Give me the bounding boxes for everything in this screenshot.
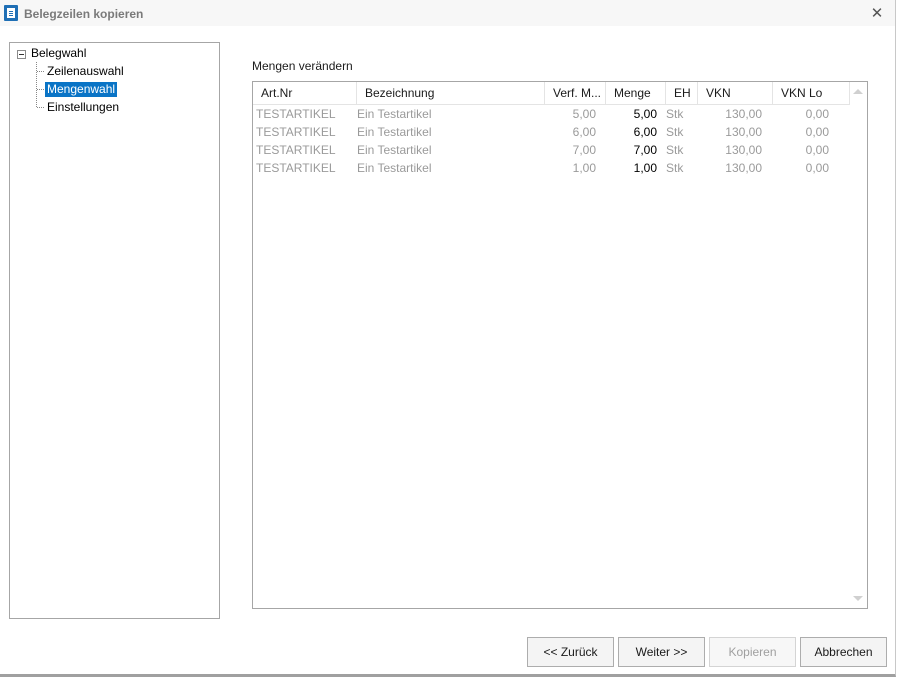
- collapse-icon[interactable]: [17, 50, 26, 59]
- cell-bezeichnung: Ein Testartikel: [357, 143, 432, 157]
- cell-vkn: 130,00: [725, 125, 762, 139]
- column-header-artnr[interactable]: Art.Nr: [253, 82, 357, 104]
- section-title: Mengen verändern: [252, 59, 353, 73]
- copy-button[interactable]: Kopieren: [709, 637, 796, 667]
- wizard-tree: Belegwahl Zeilenauswahl Mengenwahl Einst…: [9, 42, 220, 619]
- cell-verf-menge: 5,00: [572, 107, 596, 121]
- cell-artnr: TESTARTIKEL: [256, 125, 336, 139]
- back-button[interactable]: << Zurück: [527, 637, 614, 667]
- cell-artnr: TESTARTIKEL: [256, 107, 336, 121]
- tree-item-einstellungen[interactable]: Einstellungen: [45, 100, 121, 115]
- tree-connector: [36, 62, 37, 107]
- window-title: Belegzeilen kopieren: [24, 7, 144, 21]
- column-header-verf-menge[interactable]: Verf. M...: [545, 82, 606, 104]
- table-row[interactable]: TESTARTIKEL Ein Testartikel 6,00 6,00 St…: [253, 123, 850, 141]
- column-header-menge[interactable]: Menge: [606, 82, 666, 104]
- cell-bezeichnung: Ein Testartikel: [357, 125, 432, 139]
- cell-eh: Stk: [666, 161, 684, 175]
- table-row[interactable]: TESTARTIKEL Ein Testartikel 7,00 7,00 St…: [253, 141, 850, 159]
- cell-vkn-lo: 0,00: [805, 143, 829, 157]
- column-header-vkn-lo[interactable]: VKN Lo: [773, 82, 850, 104]
- cell-menge[interactable]: 1,00: [606, 159, 657, 177]
- tree-connector: [37, 71, 44, 72]
- tree-item-mengenwahl[interactable]: Mengenwahl: [45, 82, 118, 97]
- cell-vkn-lo: 0,00: [805, 125, 829, 139]
- column-header-vkn[interactable]: VKN: [698, 82, 773, 104]
- cell-verf-menge: 6,00: [572, 125, 596, 139]
- cell-verf-menge: 7,00: [572, 143, 596, 157]
- cell-eh: Stk: [666, 125, 684, 139]
- cell-artnr: TESTARTIKEL: [256, 161, 336, 175]
- next-button[interactable]: Weiter >>: [618, 637, 705, 667]
- close-button[interactable]: ✕: [859, 0, 895, 26]
- scroll-up-icon[interactable]: [853, 89, 863, 94]
- grid-header: Art.Nr Bezeichnung Verf. M... Menge EH V…: [253, 82, 850, 105]
- quantity-grid[interactable]: Art.Nr Bezeichnung Verf. M... Menge EH V…: [252, 81, 868, 609]
- cell-eh: Stk: [666, 143, 684, 157]
- column-header-bezeichnung[interactable]: Bezeichnung: [357, 82, 545, 104]
- tree-item-zeilenauswahl[interactable]: Zeilenauswahl: [45, 64, 126, 79]
- cell-eh: Stk: [666, 107, 684, 121]
- cell-menge[interactable]: 5,00: [606, 105, 657, 123]
- cell-menge[interactable]: 6,00: [606, 123, 657, 141]
- cell-verf-menge: 1,00: [572, 161, 596, 175]
- scroll-down-icon[interactable]: [853, 596, 863, 601]
- tree-connector: [37, 107, 44, 108]
- dialog-window: Belegzeilen kopieren ✕ Belegwahl Zeilena…: [0, 0, 896, 677]
- cell-vkn-lo: 0,00: [805, 161, 829, 175]
- column-header-eh[interactable]: EH: [666, 82, 698, 104]
- cell-menge[interactable]: 7,00: [606, 141, 657, 159]
- table-row[interactable]: TESTARTIKEL Ein Testartikel 5,00 5,00 St…: [253, 105, 850, 123]
- cell-vkn: 130,00: [725, 107, 762, 121]
- cancel-button[interactable]: Abbrechen: [800, 637, 887, 667]
- cell-artnr: TESTARTIKEL: [256, 143, 336, 157]
- title-bar: Belegzeilen kopieren ✕: [0, 0, 895, 26]
- cell-vkn: 130,00: [725, 161, 762, 175]
- cell-vkn-lo: 0,00: [805, 107, 829, 121]
- table-row[interactable]: TESTARTIKEL Ein Testartikel 1,00 1,00 St…: [253, 159, 850, 177]
- tree-root-belegwahl[interactable]: Belegwahl: [31, 46, 86, 60]
- cell-bezeichnung: Ein Testartikel: [357, 161, 432, 175]
- document-icon: [4, 5, 18, 21]
- tree-connector: [37, 89, 44, 90]
- cell-bezeichnung: Ein Testartikel: [357, 107, 432, 121]
- cell-vkn: 130,00: [725, 143, 762, 157]
